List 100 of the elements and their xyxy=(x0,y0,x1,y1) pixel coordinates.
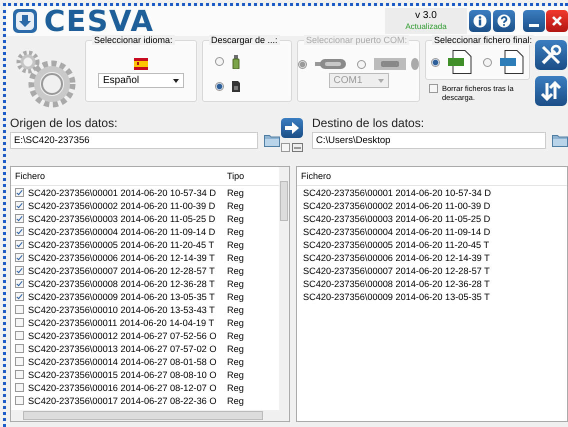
checkbox[interactable] xyxy=(15,318,24,327)
file-type: Reg xyxy=(227,292,244,302)
up-down-arrows-icon xyxy=(540,80,562,102)
help-button[interactable] xyxy=(493,10,515,32)
minimize-button[interactable] xyxy=(523,10,545,32)
origin-label: Origen de los datos: xyxy=(10,116,118,130)
vertical-scrollbar[interactable] xyxy=(279,167,289,411)
checkbox[interactable] xyxy=(281,143,290,152)
file-name[interactable]: SC420-237356\00008 2014-06-20 12-36-28 T xyxy=(303,278,490,288)
transfer-button[interactable] xyxy=(281,118,303,138)
destination-label: Destino de los datos: xyxy=(312,116,426,130)
cdf-file-icon xyxy=(500,50,524,74)
file-icon xyxy=(292,143,303,152)
csv-file-icon xyxy=(448,50,472,74)
folder-icon[interactable] xyxy=(264,134,280,147)
file-name[interactable]: SC420-237356\00006 2014-06-20 12-14-39 T xyxy=(303,252,490,262)
settings-button[interactable] xyxy=(535,40,567,70)
spain-flag-icon xyxy=(134,58,148,70)
file-type: Reg xyxy=(227,200,244,210)
radio-button[interactable] xyxy=(215,82,224,90)
file-name[interactable]: SC420-237356\00004 2014-06-20 11-09-14 D xyxy=(28,226,223,236)
file-name[interactable]: SC420-237356\00002 2014-06-20 11-00-39 D xyxy=(28,200,223,210)
file-name[interactable]: SC420-237356\00017 2014-06-27 08-22-36 O xyxy=(28,396,223,406)
file-name[interactable]: SC420-237356\00001 2014-06-20 10-57-34 D xyxy=(303,188,491,198)
file-name[interactable]: SC420-237356\00006 2014-06-20 12-14-39 T xyxy=(28,252,223,262)
file-name[interactable]: SC420-237356\00002 2014-06-20 11-00-39 D xyxy=(303,200,490,210)
file-name[interactable]: SC420-237356\00003 2014-06-20 11-05-25 D xyxy=(28,214,223,224)
file-type: Reg xyxy=(227,330,244,340)
checkbox[interactable] xyxy=(15,253,24,262)
close-button[interactable] xyxy=(546,10,568,32)
radio-button[interactable] xyxy=(215,57,224,66)
checkbox[interactable] xyxy=(15,305,24,314)
checkbox[interactable] xyxy=(15,370,24,379)
app-logo-text: CESVA xyxy=(44,6,154,36)
checkbox[interactable] xyxy=(15,396,24,405)
checkbox[interactable] xyxy=(15,331,24,340)
horizontal-scrollbar[interactable] xyxy=(11,410,289,421)
file-type: Reg xyxy=(227,382,244,392)
file-name[interactable]: SC420-237356\00015 2014-06-27 08-08-10 O xyxy=(28,370,223,380)
file-name[interactable]: SC420-237356\00001 2014-06-20 10-57-34 D xyxy=(28,188,223,198)
minimize-icon xyxy=(529,24,539,26)
file-name[interactable]: SC420-237356\00003 2014-06-20 11-05-25 D xyxy=(303,214,490,224)
destination-path-field[interactable]: C:\Users\Desktop xyxy=(312,132,546,149)
file-name[interactable]: SC420-237356\00011 2014-06-20 14-04-19 T xyxy=(28,318,223,328)
device-icon xyxy=(232,54,240,68)
file-name[interactable]: SC420-237356\00009 2014-06-20 13-05-35 T xyxy=(28,292,223,302)
file-name[interactable]: SC420-237356\00007 2014-06-20 12-28-57 T xyxy=(28,266,223,276)
checkbox[interactable] xyxy=(15,266,24,275)
group-title: Seleccionar idioma: xyxy=(92,35,175,45)
file-name[interactable]: SC420-237356\00008 2014-06-20 12-36-28 T xyxy=(28,278,223,288)
sort-button[interactable] xyxy=(535,76,567,106)
checkbox[interactable] xyxy=(15,357,24,366)
language-dropdown[interactable]: Español xyxy=(98,73,184,88)
checkbox[interactable] xyxy=(15,344,24,353)
checkbox[interactable] xyxy=(15,201,24,210)
file-type: Reg xyxy=(227,396,244,406)
file-type: Reg xyxy=(227,188,244,198)
file-type: Reg xyxy=(227,356,244,366)
file-type: Reg xyxy=(227,226,244,236)
column-header[interactable]: Tipo xyxy=(227,171,275,181)
file-type: Reg xyxy=(227,370,244,380)
info-icon xyxy=(473,14,487,28)
file-name[interactable]: SC420-237356\00005 2014-06-20 11-20-45 T xyxy=(303,240,490,250)
close-icon xyxy=(550,14,564,28)
file-type: Reg xyxy=(227,278,244,288)
help-icon xyxy=(497,14,511,28)
checkbox[interactable] xyxy=(15,279,24,288)
radio-button[interactable] xyxy=(482,58,492,66)
update-status: Actualizada xyxy=(405,21,447,32)
file-type: Reg xyxy=(227,344,244,354)
checkbox[interactable] xyxy=(429,84,438,93)
file-name[interactable]: SC420-237356\00004 2014-06-20 11-09-14 D xyxy=(303,226,490,236)
logo-icon xyxy=(12,8,38,34)
arrow-right-icon xyxy=(285,122,299,134)
radio-button[interactable] xyxy=(431,58,440,66)
column-header[interactable]: Fichero xyxy=(15,171,46,181)
file-name[interactable]: SC420-237356\00005 2014-06-20 11-20-45 T xyxy=(28,240,223,250)
origin-path-field[interactable]: E:\SC420-237356 xyxy=(10,132,258,149)
file-type: Reg xyxy=(227,214,244,224)
info-button[interactable] xyxy=(469,10,491,32)
file-name[interactable]: SC420-237356\00016 2014-06-27 08-12-07 O xyxy=(28,382,223,392)
checkbox[interactable] xyxy=(15,214,24,223)
memory-card-icon xyxy=(232,80,240,92)
checkbox[interactable] xyxy=(15,240,24,249)
file-name[interactable]: SC420-237356\00013 2014-06-27 07-57-02 O xyxy=(28,344,223,354)
file-name[interactable]: SC420-237356\00010 2014-06-20 13-53-43 T xyxy=(28,304,223,314)
checkbox[interactable] xyxy=(15,227,24,236)
file-name[interactable]: SC420-237356\00007 2014-06-20 12-28-57 T xyxy=(303,266,490,276)
checkbox[interactable] xyxy=(15,292,24,301)
serial-port-icon xyxy=(374,58,420,70)
checkbox[interactable] xyxy=(15,188,24,197)
checkbox[interactable] xyxy=(15,383,24,392)
file-type: Reg xyxy=(227,318,244,328)
file-name[interactable]: SC420-237356\00012 2014-06-27 07-52-56 O xyxy=(28,330,223,340)
folder-icon[interactable] xyxy=(552,134,568,147)
column-header[interactable]: Fichero xyxy=(301,171,332,181)
file-name[interactable]: SC420-237356\00009 2014-06-20 13-05-35 T xyxy=(303,292,490,302)
file-name[interactable]: SC420-237356\00014 2014-06-27 08-01-58 O xyxy=(28,356,223,366)
group-title: Descargar de ...: xyxy=(209,35,280,45)
tools-icon xyxy=(540,44,562,66)
